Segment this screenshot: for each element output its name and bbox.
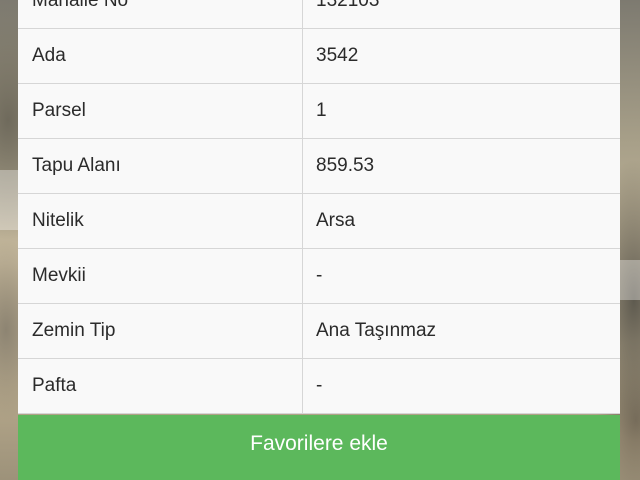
table-row: Mevkii - — [18, 249, 620, 304]
row-value: - — [316, 265, 323, 286]
row-label: Nitelik — [18, 194, 303, 248]
row-value: Ana Taşınmaz — [316, 320, 437, 341]
row-label: Pafta — [18, 359, 303, 413]
row-value: 859.53 — [316, 155, 375, 176]
row-label: Ada — [18, 29, 303, 83]
row-label: Mahalle No — [18, 0, 303, 28]
row-label: Mevkii — [18, 249, 303, 303]
map-patch — [0, 170, 18, 230]
table-row: Mahalle No 132103 — [18, 0, 620, 29]
table-row: Nitelik Arsa — [18, 194, 620, 249]
map-patch — [620, 260, 640, 300]
row-value: - — [316, 375, 323, 396]
parcel-details-table: Mahalle No 132103 Ada 3542 Parsel 1 Tapu… — [18, 0, 620, 414]
row-value: 1 — [316, 100, 327, 121]
table-row: Parsel 1 — [18, 84, 620, 139]
row-value: Arsa — [316, 210, 356, 231]
add-to-favorites-button[interactable]: Favorilere ekle — [18, 415, 620, 480]
row-label: Parsel — [18, 84, 303, 138]
table-row: Tapu Alanı 859.53 — [18, 139, 620, 194]
row-value: 132103 — [316, 0, 380, 11]
table-row: Pafta - — [18, 359, 620, 414]
table-row: Zemin Tip Ana Taşınmaz — [18, 304, 620, 359]
row-label: Zemin Tip — [18, 304, 303, 358]
table-row: Ada 3542 — [18, 29, 620, 84]
row-label: Tapu Alanı — [18, 139, 303, 193]
row-value: 3542 — [316, 45, 359, 66]
